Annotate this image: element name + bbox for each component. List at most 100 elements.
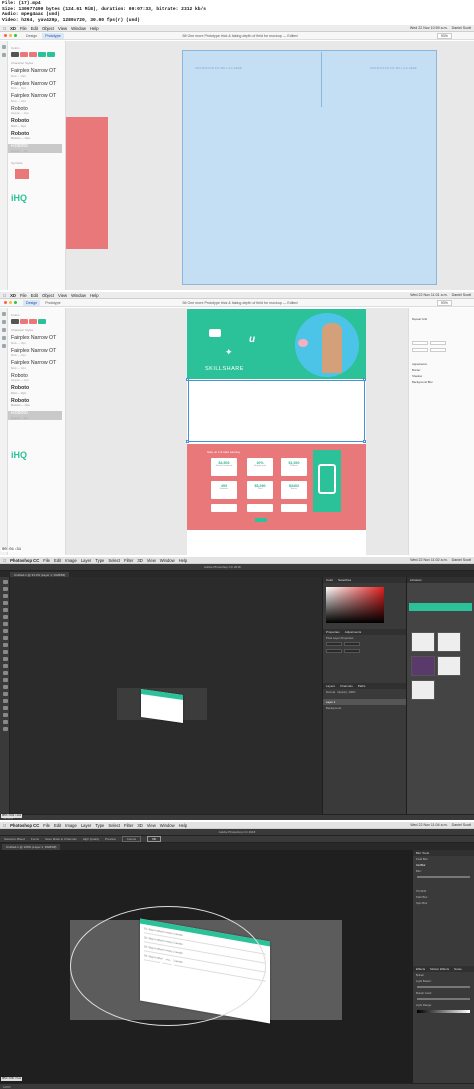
tab-properties[interactable]: Properties bbox=[326, 630, 340, 634]
document-canvas[interactable] bbox=[117, 688, 207, 723]
menu-filter[interactable]: Filter bbox=[124, 558, 133, 563]
preview-checkbox[interactable]: Preview bbox=[105, 837, 116, 841]
menu-3d[interactable]: 3D bbox=[137, 823, 142, 828]
share-icon[interactable] bbox=[2, 53, 6, 57]
instructor-photo-thumb[interactable] bbox=[411, 656, 435, 676]
high-quality-checkbox[interactable]: High Quality bbox=[83, 837, 99, 841]
menu-select[interactable]: Select bbox=[108, 558, 120, 563]
menu-filter[interactable]: Filter bbox=[124, 823, 133, 828]
app-menu[interactable]: XD bbox=[10, 293, 16, 298]
text-tool-icon[interactable] bbox=[2, 344, 6, 348]
layer-row[interactable]: Background bbox=[323, 705, 406, 711]
char-style-item[interactable]: Fairplex Narrow OT Book — 16px bbox=[11, 68, 62, 77]
tab-motion-effects[interactable]: Motion Effects bbox=[430, 967, 449, 971]
tab-noise[interactable]: Noise bbox=[454, 967, 462, 971]
minimize-dot[interactable] bbox=[9, 301, 12, 304]
menu-image[interactable]: Image bbox=[65, 558, 77, 563]
symbol-thumb[interactable] bbox=[15, 168, 29, 179]
tab-design[interactable]: Design bbox=[23, 33, 40, 39]
zoom-dot[interactable] bbox=[14, 34, 17, 37]
menu-help[interactable]: Help bbox=[179, 823, 188, 828]
menu-edit[interactable]: Edit bbox=[31, 293, 38, 298]
char-style-item[interactable]: Roboto Regular — 11px bbox=[11, 373, 62, 382]
menu-type[interactable]: Type bbox=[95, 823, 104, 828]
app-menu[interactable]: Photoshop CC bbox=[10, 823, 39, 828]
char-style-item-selected[interactable]: Roboto Regular — 9px bbox=[8, 143, 62, 153]
menu-image[interactable]: Image bbox=[65, 823, 77, 828]
apple-icon[interactable]:  bbox=[3, 823, 6, 828]
menu-3d[interactable]: 3D bbox=[137, 558, 142, 563]
user-name[interactable]: Daniel Scott bbox=[452, 293, 471, 297]
close-dot[interactable] bbox=[4, 34, 7, 37]
char-style-item[interactable]: Fairplex Narrow OT Book — 12px bbox=[11, 93, 62, 102]
rectangle-tool-icon[interactable] bbox=[2, 320, 6, 324]
menu-window[interactable]: Window bbox=[160, 823, 175, 828]
tab-color[interactable]: Color bbox=[326, 578, 333, 582]
tab-prototype[interactable]: Prototype bbox=[42, 32, 64, 39]
menu-window[interactable]: Window bbox=[71, 26, 86, 31]
menu-layer[interactable]: Layer bbox=[81, 823, 91, 828]
apple-icon[interactable]:  bbox=[3, 26, 6, 31]
repeat-grid-button[interactable]: Repeat Grid bbox=[409, 316, 474, 322]
menu-file[interactable]: File bbox=[20, 293, 27, 298]
zoom-dot[interactable] bbox=[14, 301, 17, 304]
color-picker-field[interactable] bbox=[326, 587, 384, 623]
save-mask-checkbox[interactable]: Save Mask to Channels bbox=[45, 837, 77, 841]
menu-view[interactable]: View bbox=[58, 293, 67, 298]
apple-icon[interactable]:  bbox=[3, 558, 6, 563]
tab-channels[interactable]: Channels bbox=[340, 684, 353, 688]
image-icon[interactable] bbox=[411, 680, 435, 700]
bokeh-color-slider[interactable] bbox=[417, 998, 470, 1000]
char-style-item[interactable]: Fairplex Narrow OT Book — 14px bbox=[11, 81, 62, 90]
cta-button[interactable] bbox=[255, 518, 267, 522]
menu-view[interactable]: View bbox=[147, 558, 156, 563]
menu-help[interactable]: Help bbox=[179, 558, 188, 563]
cart-icon[interactable] bbox=[411, 632, 435, 652]
selection-bleed-field[interactable]: Selection Bleed bbox=[4, 837, 25, 841]
apple-icon[interactable]:  bbox=[3, 293, 6, 298]
char-style-item[interactable]: Roboto Bold — 11px bbox=[11, 385, 62, 394]
instructor-logo-thumb[interactable] bbox=[437, 632, 461, 652]
menu-layer[interactable]: Layer bbox=[81, 558, 91, 563]
char-style-item[interactable]: Roboto Bold — 11px bbox=[11, 118, 62, 127]
menu-window[interactable]: Window bbox=[71, 293, 86, 298]
artboard-coral[interactable] bbox=[66, 117, 108, 249]
tab-design[interactable]: Design bbox=[23, 299, 41, 306]
light-range-slider[interactable] bbox=[417, 1010, 470, 1013]
canvas-area[interactable] bbox=[10, 577, 322, 814]
menu-select[interactable]: Select bbox=[108, 823, 120, 828]
char-style-item[interactable]: Fairplex Narrow OT Book — 16px bbox=[11, 335, 62, 344]
user-name[interactable]: Daniel Scott bbox=[452, 26, 471, 30]
tab-prototype[interactable]: Prototype bbox=[42, 300, 63, 306]
blur-slider[interactable] bbox=[417, 876, 470, 878]
skillshare-hero[interactable]: ✦ u SKILLSHARE bbox=[187, 309, 366, 379]
menu-edit[interactable]: Edit bbox=[54, 823, 61, 828]
background-blur-checkbox[interactable]: Background Blur bbox=[409, 379, 474, 385]
close-dot[interactable] bbox=[4, 301, 7, 304]
menu-object[interactable]: Object bbox=[42, 293, 54, 298]
tab-swatches[interactable]: Swatches bbox=[338, 578, 351, 582]
user-name[interactable]: Daniel Scott bbox=[452, 558, 471, 562]
ok-button[interactable]: OK bbox=[147, 836, 162, 842]
menu-type[interactable]: Type bbox=[95, 558, 104, 563]
app-menu[interactable]: XD bbox=[10, 26, 16, 31]
tab-adjustments[interactable]: Adjustments bbox=[345, 630, 362, 634]
menu-window[interactable]: Window bbox=[160, 558, 175, 563]
menu-view[interactable]: View bbox=[147, 823, 156, 828]
char-style-item[interactable]: Roboto Medium — 11px bbox=[11, 131, 62, 140]
stats-card[interactable]: Stay on it & start earning $4,503 Minutes… bbox=[187, 444, 366, 530]
char-style-item[interactable]: Fairplex Narrow OT Book — 12px bbox=[11, 360, 62, 369]
char-style-item[interactable]: Roboto Regular — 11px bbox=[11, 106, 62, 115]
char-style-item-selected[interactable]: Roboto Regular — 9px bbox=[8, 410, 62, 420]
opacity-field[interactable]: Opacity: 100% bbox=[337, 690, 355, 694]
menu-help[interactable]: Help bbox=[90, 26, 99, 31]
menu-edit[interactable]: Edit bbox=[31, 26, 38, 31]
app-menu[interactable]: Photoshop CC bbox=[10, 558, 39, 563]
zoom-select[interactable]: 93% bbox=[436, 299, 452, 306]
menu-file[interactable]: File bbox=[43, 558, 50, 563]
tab-effects[interactable]: Effects bbox=[416, 967, 425, 971]
selection-box[interactable] bbox=[188, 380, 365, 442]
ellipse-tool-icon[interactable] bbox=[2, 328, 6, 332]
blend-mode-select[interactable]: Normal bbox=[326, 690, 335, 694]
tab-paths[interactable]: Paths bbox=[358, 684, 366, 688]
